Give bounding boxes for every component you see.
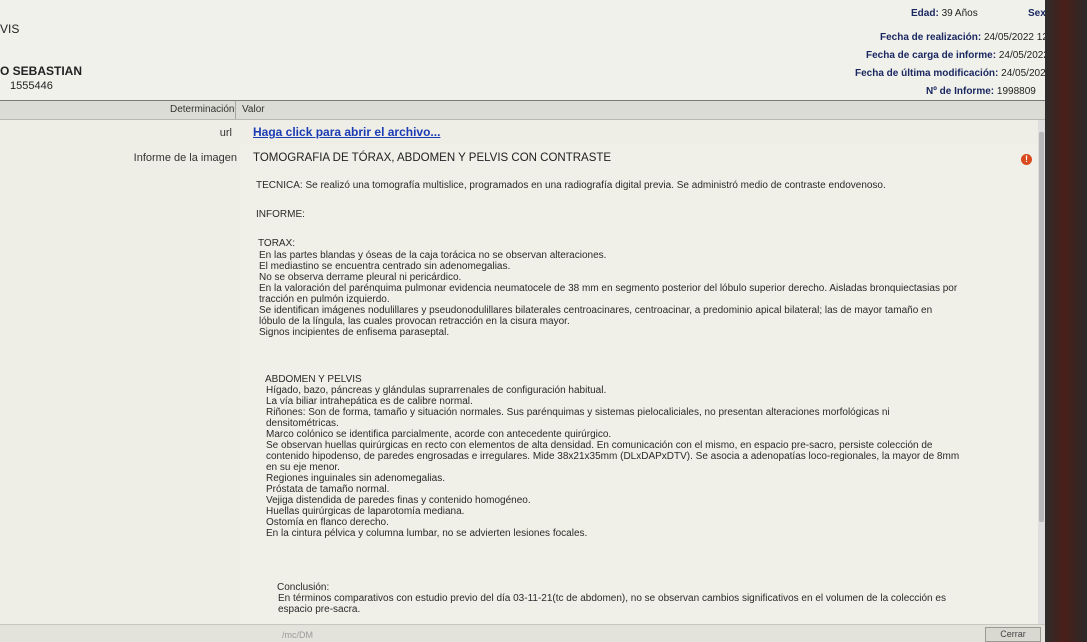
patient-name-fragment: VIS xyxy=(0,22,20,36)
url-row-label: url xyxy=(219,127,232,139)
abdomen-line: contenido hipodenso, de paredes engrosad… xyxy=(266,451,960,462)
abdomen-line: Vejiga distendida de paredes finas y con… xyxy=(266,495,531,506)
informe-number-value: 1998809 xyxy=(996,86,1036,97)
fecha-carga-value: 24/05/2022 12:16 xyxy=(998,50,1045,61)
column-header-valor[interactable]: Valor xyxy=(242,104,265,115)
fecha-carga: Fecha de carga de informe: 24/05/2022 12… xyxy=(866,50,1045,61)
sex-field: Sexo: M xyxy=(1028,8,1045,19)
torax-heading: TORAX: xyxy=(258,238,296,249)
abdomen-line: Riñones: Son de forma, tamaño y situació… xyxy=(266,407,890,418)
abdomen-line: en su eje menor. xyxy=(266,462,340,473)
age-label: Edad: xyxy=(911,8,939,19)
column-header-determinacion[interactable]: Determinación xyxy=(170,104,234,115)
abdomen-line: Regiones inguinales sin adenomegalias. xyxy=(266,473,446,484)
torax-line: En la valoración del parénquima pulmonar… xyxy=(259,283,958,294)
fecha-realizacion: Fecha de realización: 24/05/2022 12:16 xyxy=(880,32,1045,43)
age-value: 39 Años xyxy=(941,8,978,19)
abdomen-section: Hígado, bazo, páncreas y glándulas supra… xyxy=(266,385,959,539)
report-title: TOMOGRAFIA DE TÓRAX, ABDOMEN Y PELVIS CO… xyxy=(253,152,612,164)
informe-row-label: Informe de la imagen xyxy=(133,152,237,164)
report-tecnica: TECNICA: Se realizó una tomografía multi… xyxy=(256,180,886,191)
abdomen-heading: ABDOMEN Y PELVIS xyxy=(265,374,362,385)
open-file-link[interactable]: Haga click para abrir el archivo... xyxy=(253,125,440,139)
alert-icon[interactable]: ! xyxy=(1021,154,1032,165)
fecha-realizacion-value: 24/05/2022 12:16 xyxy=(983,32,1045,43)
abdomen-line: Ostomía en flanco derecho. xyxy=(266,517,389,528)
abdomen-line: En la cintura pélvica y columna lumbar, … xyxy=(266,528,588,539)
sex-label: Sexo: xyxy=(1028,8,1045,19)
conclusion-line: En términos comparativos con estudio pre… xyxy=(278,593,946,604)
abdomen-line: Se observan huellas quirúrgicas en recto… xyxy=(266,440,933,451)
signature-fragment: /mc/DM xyxy=(282,630,313,640)
fecha-modificacion-value: 24/05/2022 14:24 xyxy=(1001,68,1045,79)
close-button[interactable]: Cerrar xyxy=(985,627,1041,642)
fecha-realizacion-label: Fecha de realización: xyxy=(880,32,982,43)
fecha-carga-label: Fecha de carga de informe: xyxy=(866,50,997,61)
column-divider[interactable] xyxy=(235,101,236,119)
age-field: Edad: 39 Años xyxy=(911,8,978,19)
report-viewer-window: VIS O SEBASTIAN 1555446 Edad: 39 Años Se… xyxy=(0,0,1045,642)
abdomen-line: Próstata de tamaño normal. xyxy=(266,484,390,495)
conclusion-line: espacio pre-sacra. xyxy=(278,604,361,615)
informe-number-label: Nº de Informe: xyxy=(926,86,995,97)
torax-line: Se identifican imágenes nodulillares y p… xyxy=(259,305,933,316)
fecha-modificacion: Fecha de última modificación: 24/05/2022… xyxy=(855,68,1045,79)
torax-line: tracción en pulmón izquierdo. xyxy=(259,294,390,305)
column-header-row: Determinación Valor xyxy=(0,101,1045,120)
patient-name: O SEBASTIAN xyxy=(0,64,83,78)
report-informe-heading: INFORME: xyxy=(256,209,305,220)
patient-header: VIS O SEBASTIAN 1555446 Edad: 39 Años Se… xyxy=(0,0,1045,102)
abdomen-line: Marco colónico se identifica parcialment… xyxy=(266,429,612,440)
abdomen-line: densitométricas. xyxy=(266,418,339,429)
torax-line: Signos incipientes de enfisema parasepta… xyxy=(259,327,450,338)
torax-line: El mediastino se encuentra centrado sin … xyxy=(259,261,511,272)
torax-section: En las partes blandas y óseas de la caja… xyxy=(259,250,957,338)
torax-line: En las partes blandas y óseas de la caja… xyxy=(259,250,607,261)
monitor-bezel xyxy=(1045,0,1087,642)
scrollbar-thumb[interactable] xyxy=(1039,132,1044,522)
informe-number: Nº de Informe: 1998809 xyxy=(926,86,1036,97)
footer-bar xyxy=(0,624,1045,642)
conclusion-section: En términos comparativos con estudio pre… xyxy=(278,593,946,615)
torax-line: lóbulo de la língula, las cuales provoca… xyxy=(259,316,570,327)
abdomen-line: Huellas quirúrgicas de laparotomía media… xyxy=(266,506,465,517)
abdomen-line: La vía biliar intrahepática es de calibr… xyxy=(266,396,473,407)
abdomen-line: Hígado, bazo, páncreas y glándulas supra… xyxy=(266,385,607,396)
patient-id: 1555446 xyxy=(10,80,53,92)
conclusion-heading: Conclusión: xyxy=(277,582,330,593)
fecha-modificacion-label: Fecha de última modificación: xyxy=(855,68,999,79)
torax-line: No se observa derrame pleural ni pericár… xyxy=(259,272,462,283)
